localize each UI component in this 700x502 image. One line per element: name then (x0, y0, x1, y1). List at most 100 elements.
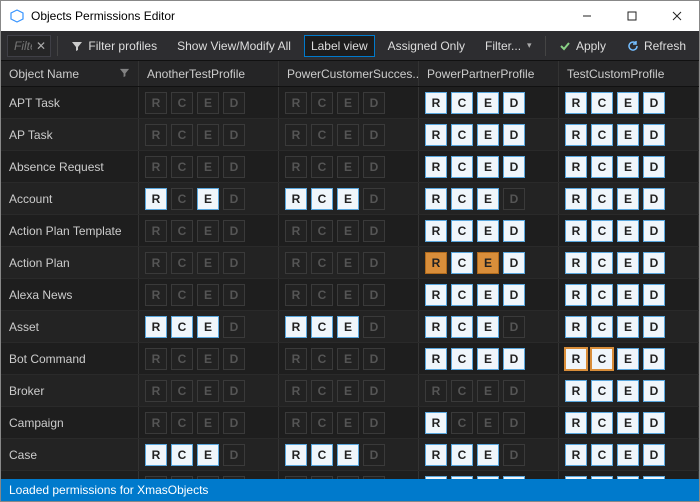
object-name-cell[interactable]: Bot Command (1, 343, 139, 374)
permission-cell[interactable]: R (145, 444, 167, 466)
permission-cell[interactable]: E (197, 348, 219, 370)
permission-cell[interactable]: C (171, 444, 193, 466)
permission-cell[interactable]: C (311, 444, 333, 466)
permission-cell[interactable]: E (337, 316, 359, 338)
permission-cell[interactable]: R (425, 156, 447, 178)
permission-cell[interactable]: C (171, 220, 193, 242)
permission-cell[interactable]: C (451, 412, 473, 434)
permission-cell[interactable]: E (477, 188, 499, 210)
permission-cell[interactable]: E (197, 124, 219, 146)
permission-cell[interactable]: R (565, 380, 587, 402)
permission-cell[interactable]: D (643, 252, 665, 274)
permission-cell[interactable]: R (145, 252, 167, 274)
permission-cell[interactable]: R (425, 124, 447, 146)
permission-cell[interactable]: R (565, 284, 587, 306)
permission-cell[interactable]: R (565, 348, 587, 370)
permission-cell[interactable]: C (311, 124, 333, 146)
permission-cell[interactable]: C (171, 252, 193, 274)
permission-cell[interactable]: C (451, 156, 473, 178)
permission-cell[interactable]: D (223, 412, 245, 434)
permission-cell[interactable]: E (337, 412, 359, 434)
permission-cell[interactable]: C (171, 284, 193, 306)
permission-cell[interactable]: R (565, 156, 587, 178)
permission-cell[interactable]: D (643, 188, 665, 210)
permission-cell[interactable]: R (425, 252, 447, 274)
permission-cell[interactable]: E (617, 316, 639, 338)
permission-cell[interactable]: E (617, 412, 639, 434)
permission-cell[interactable]: E (477, 156, 499, 178)
object-name-cell[interactable]: AP Task (1, 119, 139, 150)
permission-cell[interactable]: E (477, 252, 499, 274)
permission-cell[interactable]: C (591, 220, 613, 242)
permission-cell[interactable]: E (477, 380, 499, 402)
permission-cell[interactable]: D (643, 220, 665, 242)
permission-cell[interactable]: D (643, 316, 665, 338)
permission-cell[interactable]: E (617, 220, 639, 242)
permission-cell[interactable]: C (451, 188, 473, 210)
permission-cell[interactable]: D (363, 124, 385, 146)
window-maximize-button[interactable] (609, 1, 654, 31)
permission-cell[interactable]: E (197, 316, 219, 338)
permission-cell[interactable]: E (197, 188, 219, 210)
permission-cell[interactable]: E (477, 92, 499, 114)
permission-cell[interactable]: E (617, 444, 639, 466)
permission-cell[interactable]: D (503, 156, 525, 178)
permission-cell[interactable]: E (337, 348, 359, 370)
permission-cell[interactable]: D (503, 252, 525, 274)
refresh-button[interactable]: Refresh (619, 35, 693, 57)
column-header-profile[interactable]: PowerCustomerSucces... (279, 61, 419, 86)
permission-cell[interactable]: E (197, 92, 219, 114)
permission-cell[interactable]: D (503, 444, 525, 466)
permission-cell[interactable]: C (171, 412, 193, 434)
permission-cell[interactable]: E (337, 92, 359, 114)
permission-cell[interactable]: R (145, 284, 167, 306)
permission-cell[interactable]: R (425, 444, 447, 466)
permission-cell[interactable]: R (425, 380, 447, 402)
permission-cell[interactable]: D (363, 444, 385, 466)
object-name-cell[interactable]: Action Plan (1, 247, 139, 278)
permission-cell[interactable]: D (363, 220, 385, 242)
permission-cell[interactable]: R (285, 156, 307, 178)
permission-cell[interactable]: D (223, 220, 245, 242)
permission-cell[interactable]: E (617, 92, 639, 114)
permission-cell[interactable]: C (591, 284, 613, 306)
permission-cell[interactable]: E (477, 316, 499, 338)
permission-cell[interactable]: C (171, 188, 193, 210)
permission-cell[interactable]: C (171, 92, 193, 114)
object-name-cell[interactable]: Absence Request (1, 151, 139, 182)
permission-cell[interactable]: E (337, 252, 359, 274)
permission-cell[interactable]: R (145, 92, 167, 114)
object-name-cell[interactable]: Action Plan Template (1, 215, 139, 246)
permission-cell[interactable]: E (477, 124, 499, 146)
permission-cell[interactable]: E (617, 348, 639, 370)
permission-cell[interactable]: D (503, 316, 525, 338)
permission-cell[interactable]: R (425, 316, 447, 338)
permission-cell[interactable]: D (363, 412, 385, 434)
assigned-only-button[interactable]: Assigned Only (381, 35, 472, 57)
permission-cell[interactable]: D (503, 220, 525, 242)
permission-cell[interactable]: C (591, 92, 613, 114)
permission-cell[interactable]: D (643, 156, 665, 178)
permission-cell[interactable]: C (451, 348, 473, 370)
permission-cell[interactable]: R (145, 220, 167, 242)
object-name-cell[interactable]: Case Swarm Rule (1, 471, 139, 479)
permission-cell[interactable]: C (451, 92, 473, 114)
permission-cell[interactable]: D (643, 124, 665, 146)
permission-cell[interactable]: D (363, 316, 385, 338)
column-header-profile[interactable]: TestCustomProfile (559, 61, 699, 86)
permission-cell[interactable]: C (171, 124, 193, 146)
column-header-profile[interactable]: PowerPartnerProfile (419, 61, 559, 86)
permission-cell[interactable]: D (503, 92, 525, 114)
permission-cell[interactable]: R (145, 316, 167, 338)
clear-filter-icon[interactable]: ✕ (36, 39, 46, 53)
window-close-button[interactable] (654, 1, 699, 31)
permission-cell[interactable]: D (223, 252, 245, 274)
permission-cell[interactable]: C (451, 316, 473, 338)
permission-cell[interactable]: E (337, 380, 359, 402)
permission-cell[interactable]: R (145, 156, 167, 178)
permission-cell[interactable]: R (565, 444, 587, 466)
object-name-cell[interactable]: Asset (1, 311, 139, 342)
permission-cell[interactable]: R (565, 92, 587, 114)
permission-cell[interactable]: C (451, 252, 473, 274)
permission-cell[interactable]: C (311, 412, 333, 434)
